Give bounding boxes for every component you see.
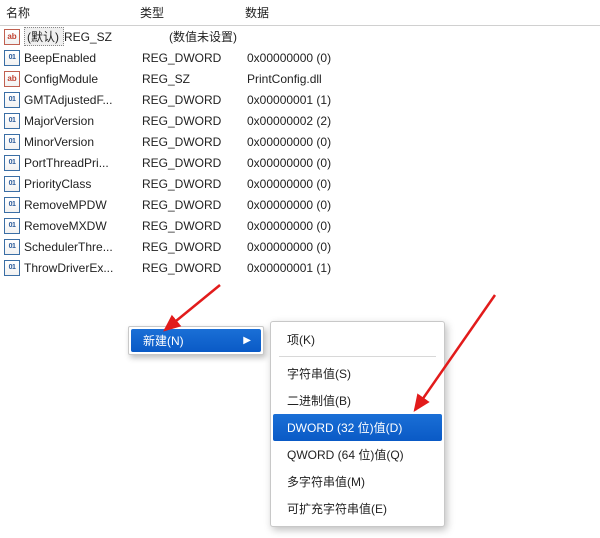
registry-value-row[interactable]: PortThreadPri...REG_DWORD0x00000000 (0) [0, 152, 600, 173]
value-type: REG_DWORD [142, 114, 247, 128]
value-name: RemoveMXDW [24, 219, 142, 233]
registry-value-row[interactable]: BeepEnabledREG_DWORD0x00000000 (0) [0, 47, 600, 68]
menu-item[interactable]: 项(K) [273, 326, 442, 353]
value-name: RemoveMPDW [24, 198, 142, 212]
value-name: MinorVersion [24, 135, 142, 149]
value-data: 0x00000000 (0) [247, 177, 600, 191]
dword-value-icon [4, 50, 20, 66]
dword-value-icon [4, 134, 20, 150]
value-name: MajorVersion [24, 114, 142, 128]
value-data: 0x00000000 (0) [247, 135, 600, 149]
menu-item[interactable]: 字符串值(S) [273, 360, 442, 387]
registry-list-header: 名称 类型 数据 [0, 0, 600, 26]
value-data: 0x00000002 (2) [247, 114, 600, 128]
value-name: PriorityClass [24, 177, 142, 191]
value-data: 0x00000000 (0) [247, 219, 600, 233]
column-header-type[interactable]: 类型 [140, 4, 245, 21]
dword-value-icon [4, 113, 20, 129]
value-data: 0x00000000 (0) [247, 156, 600, 170]
dword-value-icon [4, 218, 20, 234]
value-type: REG_DWORD [142, 135, 247, 149]
submenu-arrow-icon: ▶ [243, 335, 251, 346]
menu-item[interactable]: 二进制值(B) [273, 387, 442, 414]
dword-value-icon [4, 92, 20, 108]
value-type: REG_SZ [142, 72, 247, 86]
value-data: 0x00000000 (0) [247, 240, 600, 254]
menu-item[interactable]: DWORD (32 位)值(D) [273, 414, 442, 441]
column-header-data[interactable]: 数据 [245, 4, 600, 21]
context-menu-primary: 新建(N) ▶ [128, 326, 264, 355]
registry-value-row[interactable]: (默认)REG_SZ(数值未设置) [0, 26, 600, 47]
value-name: ThrowDriverEx... [24, 261, 142, 275]
value-type: REG_SZ [64, 30, 169, 44]
context-menu-secondary: 项(K) 字符串值(S)二进制值(B)DWORD (32 位)值(D)QWORD … [270, 321, 445, 527]
value-data: (数值未设置) [169, 28, 600, 45]
menu-item[interactable]: 可扩充字符串值(E) [273, 495, 442, 522]
value-type: REG_DWORD [142, 261, 247, 275]
value-name: BeepEnabled [24, 51, 142, 65]
menu-item[interactable]: QWORD (64 位)值(Q) [273, 441, 442, 468]
column-header-name[interactable]: 名称 [0, 4, 140, 21]
value-name: GMTAdjustedF... [24, 93, 142, 107]
dword-value-icon [4, 260, 20, 276]
menu-item-label: 新建(N) [143, 332, 184, 349]
registry-value-row[interactable]: GMTAdjustedF...REG_DWORD0x00000001 (1) [0, 89, 600, 110]
registry-value-list: (默认)REG_SZ(数值未设置)BeepEnabledREG_DWORD0x0… [0, 26, 600, 278]
value-data: 0x00000001 (1) [247, 261, 600, 275]
dword-value-icon [4, 155, 20, 171]
registry-value-row[interactable]: MajorVersionREG_DWORD0x00000002 (2) [0, 110, 600, 131]
registry-value-row[interactable]: RemoveMPDWREG_DWORD0x00000000 (0) [0, 194, 600, 215]
registry-value-row[interactable]: RemoveMXDWREG_DWORD0x00000000 (0) [0, 215, 600, 236]
value-type: REG_DWORD [142, 93, 247, 107]
string-value-icon [4, 29, 20, 45]
value-type: REG_DWORD [142, 177, 247, 191]
registry-value-row[interactable]: MinorVersionREG_DWORD0x00000000 (0) [0, 131, 600, 152]
string-value-icon [4, 71, 20, 87]
value-type: REG_DWORD [142, 198, 247, 212]
value-data: 0x00000000 (0) [247, 51, 600, 65]
value-type: REG_DWORD [142, 240, 247, 254]
dword-value-icon [4, 197, 20, 213]
value-name: SchedulerThre... [24, 240, 142, 254]
registry-value-row[interactable]: ThrowDriverEx...REG_DWORD0x00000001 (1) [0, 257, 600, 278]
value-data: 0x00000001 (1) [247, 93, 600, 107]
value-type: REG_DWORD [142, 51, 247, 65]
dword-value-icon [4, 239, 20, 255]
value-name: ConfigModule [24, 72, 142, 86]
dword-value-icon [4, 176, 20, 192]
value-data: 0x00000000 (0) [247, 198, 600, 212]
menu-item-new[interactable]: 新建(N) ▶ [131, 329, 261, 352]
menu-item[interactable]: 多字符串值(M) [273, 468, 442, 495]
menu-separator [279, 356, 436, 357]
value-type: REG_DWORD [142, 156, 247, 170]
value-data: PrintConfig.dll [247, 72, 600, 86]
value-name: (默认) [24, 27, 64, 46]
registry-value-row[interactable]: PriorityClassREG_DWORD0x00000000 (0) [0, 173, 600, 194]
value-name: PortThreadPri... [24, 156, 142, 170]
registry-value-row[interactable]: ConfigModuleREG_SZPrintConfig.dll [0, 68, 600, 89]
registry-value-row[interactable]: SchedulerThre...REG_DWORD0x00000000 (0) [0, 236, 600, 257]
value-type: REG_DWORD [142, 219, 247, 233]
